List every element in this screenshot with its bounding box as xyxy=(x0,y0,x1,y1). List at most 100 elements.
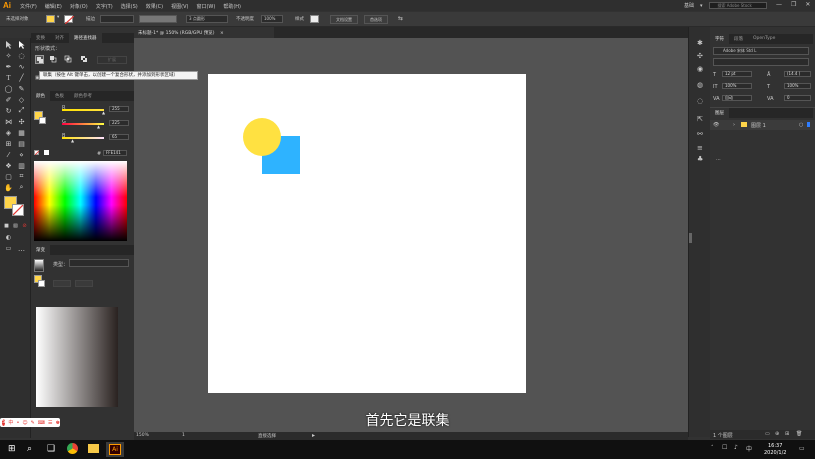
channel-b-thumb-icon[interactable]: ▲ xyxy=(71,138,74,143)
channel-b-slider[interactable] xyxy=(62,137,104,139)
more-tools-icon[interactable]: … xyxy=(17,244,26,253)
rotate-tool-icon[interactable]: ↻ xyxy=(4,106,13,115)
tab-opentype[interactable]: OpenType xyxy=(748,34,780,44)
intersect-button[interactable] xyxy=(64,55,73,64)
illustrator-taskbar-button[interactable]: Ai xyxy=(106,442,124,457)
eraser-tool-icon[interactable]: ◇ xyxy=(17,95,26,104)
fill-swatch[interactable] xyxy=(46,15,55,23)
tab-swatches[interactable]: 色板 xyxy=(50,91,69,101)
white-color-icon[interactable] xyxy=(44,150,49,155)
stroke-weight-dropdown[interactable] xyxy=(100,15,134,23)
type-tool-icon[interactable]: T xyxy=(4,73,13,82)
width-tool-icon[interactable]: ⋈ xyxy=(4,117,13,126)
gradient-slider-preview[interactable] xyxy=(36,307,118,407)
close-button[interactable]: ✕ xyxy=(805,1,810,8)
leading-input[interactable]: (14.4 ) xyxy=(784,71,811,77)
layer-target-icon[interactable]: ○ xyxy=(799,122,803,128)
menu-type[interactable]: 文字(T) xyxy=(96,3,113,10)
expand-button[interactable]: 扩展 xyxy=(97,56,127,64)
clock-date[interactable]: 2020/1/2 xyxy=(764,450,786,456)
lasso-tool-icon[interactable]: ◌ xyxy=(17,51,26,60)
unite-button[interactable] xyxy=(35,55,44,64)
workspace-chevron-icon[interactable]: ▾ xyxy=(700,3,703,9)
symbol-sprayer-tool-icon[interactable]: ❖ xyxy=(4,161,13,170)
kerning-input[interactable]: 自动 xyxy=(722,95,752,101)
blend-tool-icon[interactable]: ⋄ xyxy=(17,150,26,159)
paintbrush-tool-icon[interactable]: ✎ xyxy=(17,84,26,93)
menu-file[interactable]: 文件(F) xyxy=(20,3,37,10)
channel-b-input[interactable]: 65 xyxy=(109,134,129,140)
tab-color[interactable]: 颜色 xyxy=(31,91,50,101)
clock-time[interactable]: 16:37 xyxy=(768,443,782,449)
channel-g-thumb-icon[interactable]: ▲ xyxy=(97,124,100,129)
notification-icon[interactable]: ▭ xyxy=(799,445,805,452)
symbols-icon[interactable]: ◌ xyxy=(697,97,703,105)
perspective-grid-tool-icon[interactable]: ▦ xyxy=(17,128,26,137)
ime-tray-icon[interactable]: 中 xyxy=(746,444,752,453)
tab-layers[interactable]: 图层 xyxy=(710,108,729,118)
horizontal-scale-input[interactable]: 100% xyxy=(722,83,752,89)
tab-paragraph[interactable]: 段落 xyxy=(729,34,748,44)
channel-g-input[interactable]: 225 xyxy=(109,120,129,126)
menu-help[interactable]: 帮助(H) xyxy=(223,3,241,10)
properties-icon[interactable]: ✱ xyxy=(697,39,703,47)
font-family-dropdown[interactable]: Adobe 宋体 Std L xyxy=(713,47,809,55)
expand-layer-chevron-icon[interactable]: › xyxy=(733,122,735,128)
minimize-button[interactable]: — xyxy=(776,1,782,8)
page-number[interactable]: 1 xyxy=(182,433,185,438)
curvature-tool-icon[interactable]: ∿ xyxy=(17,62,26,71)
network-icon[interactable]: ☐ xyxy=(722,444,727,451)
color-spectrum[interactable] xyxy=(34,161,127,241)
channel-r-slider[interactable] xyxy=(62,109,104,111)
yellow-circle-shape[interactable] xyxy=(243,118,281,156)
font-size-input[interactable]: 12 pt xyxy=(722,71,752,77)
new-sublayer-icon[interactable]: ⊕ xyxy=(775,431,779,437)
layer-row[interactable]: 👁 › 图层 1 ○ xyxy=(710,120,815,130)
play-icon[interactable]: ▸ xyxy=(312,432,315,439)
none-color-icon[interactable] xyxy=(34,150,40,156)
scale-tool-icon[interactable]: ⤢ xyxy=(17,106,26,115)
exclude-button[interactable] xyxy=(80,55,89,64)
direct-selection-tool-icon[interactable] xyxy=(17,40,26,49)
arrange-icon[interactable]: ⇆ xyxy=(398,15,403,22)
menu-view[interactable]: 视图(V) xyxy=(171,3,188,10)
shape-builder-tool-icon[interactable]: ◈ xyxy=(4,128,13,137)
minus-front-button[interactable] xyxy=(49,55,58,64)
graphic-styles-icon[interactable]: ◍ xyxy=(697,81,703,89)
artboard-tool-icon[interactable]: ▢ xyxy=(4,172,13,181)
draw-mode-icon[interactable]: ◐ xyxy=(4,233,13,242)
gradient-stroke-swatch[interactable] xyxy=(38,280,45,287)
style-swatch[interactable] xyxy=(310,15,319,23)
gradient-preview-swatch[interactable] xyxy=(34,259,44,272)
document-tab-close-icon[interactable]: × xyxy=(220,31,224,36)
layer-name[interactable]: 图层 1 xyxy=(751,122,766,129)
file-explorer-icon[interactable] xyxy=(88,444,99,453)
gradient-type-dropdown[interactable] xyxy=(69,259,129,267)
selection-tool-icon[interactable] xyxy=(4,40,13,49)
brush-dropdown[interactable]: 3 点圆形 xyxy=(186,15,228,23)
tab-gradient[interactable]: 渐变 xyxy=(31,245,50,255)
stroke-panel-icon[interactable]: ≡ xyxy=(697,144,703,152)
line-tool-icon[interactable]: ╱ xyxy=(17,73,26,82)
magic-wand-tool-icon[interactable]: ✧ xyxy=(4,51,13,60)
gradient-mode-icon[interactable]: ▧ xyxy=(11,221,20,230)
volume-icon[interactable]: ♪ xyxy=(734,444,738,451)
zoom-level[interactable]: 150% xyxy=(136,433,149,438)
menu-object[interactable]: 对象(O) xyxy=(70,3,88,10)
eyedropper-tool-icon[interactable]: ⁄ xyxy=(4,150,13,159)
document-tab[interactable]: 未标题-1* @ 150% (RGB/GPU 预览) × xyxy=(134,27,274,38)
shaper-tool-icon[interactable]: ✐ xyxy=(4,95,13,104)
ellipse-tool-icon[interactable]: ◯ xyxy=(4,84,13,93)
opacity-input[interactable]: 100% xyxy=(261,15,283,23)
libraries-icon[interactable]: ✣ xyxy=(697,52,703,60)
gradient-angle-input[interactable] xyxy=(53,280,71,287)
pen-tool-icon[interactable]: ✒ xyxy=(4,62,13,71)
screen-mode-icon[interactable]: ▭ xyxy=(4,244,13,253)
canvas-scrollbar[interactable] xyxy=(689,233,692,243)
gradient-aspect-input[interactable] xyxy=(75,280,93,287)
task-view-icon[interactable]: ❑ xyxy=(47,444,55,454)
tracking-input[interactable]: 0 xyxy=(784,95,811,101)
variable-width-dropdown[interactable] xyxy=(139,15,177,23)
club-icon[interactable]: ♣ xyxy=(697,155,703,163)
search-icon[interactable]: ⌕ xyxy=(27,444,32,454)
